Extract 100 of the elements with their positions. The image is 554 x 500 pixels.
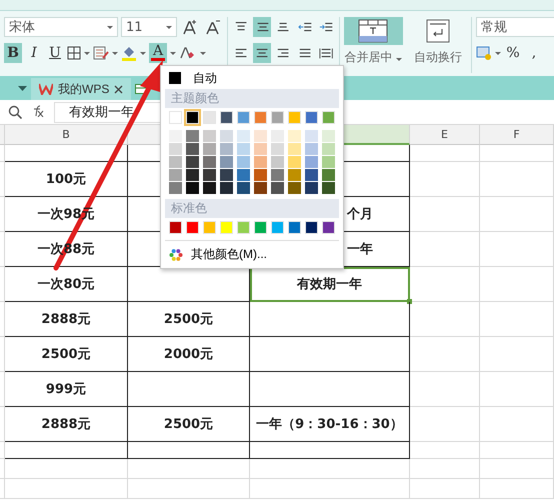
automatic-color-option[interactable]: 自动: [165, 69, 221, 87]
column-header[interactable]: E: [410, 125, 480, 145]
column-header[interactable]: B: [5, 125, 128, 145]
color-swatch[interactable]: [288, 169, 301, 181]
color-swatch[interactable]: [271, 130, 284, 142]
color-swatch[interactable]: [186, 221, 199, 234]
format-button[interactable]: U: [46, 43, 64, 63]
column-header[interactable]: [0, 125, 5, 145]
color-swatch[interactable]: [288, 130, 301, 142]
color-swatch[interactable]: [271, 221, 284, 234]
color-swatch[interactable]: [169, 111, 182, 124]
clear-format-icon[interactable]: [179, 46, 197, 60]
caret-icon[interactable]: [112, 52, 118, 54]
caret-icon[interactable]: [166, 26, 172, 28]
color-swatch[interactable]: [237, 143, 250, 155]
borders-icon[interactable]: [67, 46, 81, 60]
color-swatch[interactable]: [169, 143, 182, 155]
caret-icon[interactable]: [84, 52, 90, 54]
color-swatch[interactable]: [271, 182, 284, 194]
color-swatch[interactable]: [305, 221, 318, 234]
format-button[interactable]: B: [4, 43, 22, 63]
close-icon[interactable]: [114, 84, 124, 94]
color-swatch[interactable]: [305, 182, 318, 194]
color-swatch[interactable]: [254, 111, 267, 124]
color-swatch[interactable]: [271, 156, 284, 168]
more-colors-option[interactable]: 其他颜色(M)...: [165, 240, 339, 263]
color-swatch[interactable]: [169, 156, 182, 168]
caret-icon[interactable]: [396, 58, 402, 61]
align-button[interactable]: [253, 17, 272, 37]
color-swatch[interactable]: [288, 143, 301, 155]
percent-button[interactable]: %: [504, 43, 522, 63]
font-color-button[interactable]: A: [149, 43, 167, 63]
color-swatch[interactable]: [322, 143, 335, 155]
caret-icon[interactable]: [107, 26, 113, 28]
color-swatch[interactable]: [254, 169, 267, 181]
color-swatch[interactable]: [220, 156, 233, 168]
color-swatch[interactable]: [169, 130, 182, 142]
color-swatch[interactable]: [254, 130, 267, 142]
color-swatch[interactable]: [322, 156, 335, 168]
color-swatch[interactable]: [220, 111, 233, 124]
color-swatch[interactable]: [169, 182, 182, 194]
caret-icon[interactable]: [140, 52, 146, 54]
fill-bucket-icon[interactable]: [121, 45, 137, 61]
color-swatch[interactable]: [203, 143, 216, 155]
color-swatch[interactable]: [322, 182, 335, 194]
color-swatch[interactable]: [254, 182, 267, 194]
color-swatch[interactable]: [288, 156, 301, 168]
number-format-field[interactable]: 常规: [476, 17, 554, 37]
color-swatch[interactable]: [237, 130, 250, 142]
wrap-text-button[interactable]: 自动换行: [408, 17, 467, 71]
color-swatch[interactable]: [271, 111, 284, 124]
color-swatch[interactable]: [305, 156, 318, 168]
currency-format-icon[interactable]: [476, 46, 492, 60]
color-swatch[interactable]: [220, 182, 233, 194]
color-swatch[interactable]: [322, 130, 335, 142]
color-swatch[interactable]: [305, 111, 318, 124]
color-swatch[interactable]: [186, 143, 199, 155]
column-header[interactable]: F: [480, 125, 554, 145]
color-swatch[interactable]: [305, 130, 318, 142]
color-swatch[interactable]: [186, 130, 199, 142]
color-swatch[interactable]: [237, 182, 250, 194]
color-swatch[interactable]: [322, 221, 335, 234]
color-swatch[interactable]: [237, 111, 250, 124]
color-swatch[interactable]: [203, 221, 216, 234]
color-swatch[interactable]: [271, 143, 284, 155]
color-swatch[interactable]: [186, 169, 199, 181]
color-swatch[interactable]: [186, 182, 199, 194]
color-swatch[interactable]: [237, 221, 250, 234]
format-button[interactable]: I: [25, 43, 43, 63]
color-swatch[interactable]: [203, 156, 216, 168]
color-swatch[interactable]: [203, 169, 216, 181]
color-swatch[interactable]: [288, 111, 301, 124]
color-swatch[interactable]: [220, 169, 233, 181]
color-swatch[interactable]: [254, 221, 267, 234]
font-name-field[interactable]: 宋体: [4, 17, 118, 37]
fill-handle[interactable]: [407, 299, 412, 304]
color-swatch[interactable]: [288, 182, 301, 194]
color-swatch[interactable]: [305, 169, 318, 181]
color-swatch[interactable]: [186, 111, 199, 124]
color-swatch[interactable]: [254, 156, 267, 168]
color-swatch[interactable]: [254, 143, 267, 155]
caret-icon[interactable]: [170, 52, 176, 54]
color-swatch[interactable]: [237, 156, 250, 168]
color-swatch[interactable]: [271, 169, 284, 181]
color-swatch[interactable]: [186, 156, 199, 168]
color-swatch[interactable]: [322, 111, 335, 124]
align-button[interactable]: [253, 43, 272, 63]
caret-icon[interactable]: [200, 52, 206, 54]
color-swatch[interactable]: [169, 169, 182, 181]
document-tab[interactable]: 我的WPS: [31, 78, 132, 100]
color-swatch[interactable]: [169, 221, 182, 234]
cell-style-icon[interactable]: [93, 46, 109, 60]
color-swatch[interactable]: [322, 169, 335, 181]
font-size-field[interactable]: 11: [121, 17, 177, 37]
color-swatch[interactable]: [305, 143, 318, 155]
color-swatch[interactable]: [288, 221, 301, 234]
comma-style-button[interactable]: ,: [525, 43, 543, 63]
color-swatch[interactable]: [237, 169, 250, 181]
dropdown-caret-icon[interactable]: [18, 86, 27, 91]
color-swatch[interactable]: [220, 221, 233, 234]
